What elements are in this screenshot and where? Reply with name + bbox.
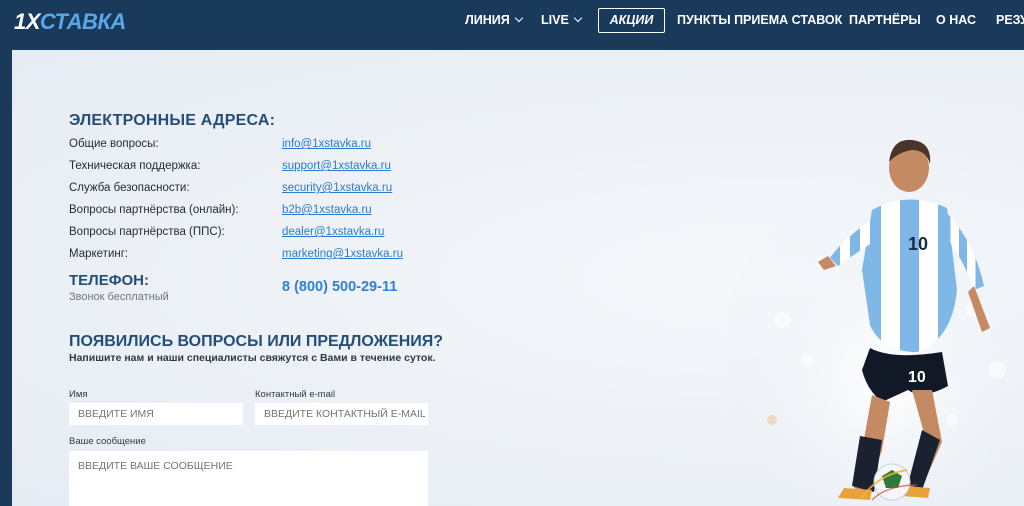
- left-edge-strip: [0, 45, 12, 506]
- phone-subtitle: Звонок бесплатный: [69, 291, 169, 303]
- email-row-label: Вопросы партнёрства (онлайн):: [69, 204, 239, 216]
- emails-section-title: ЭЛЕКТРОННЫЕ АДРЕСА:: [69, 112, 276, 129]
- top-navigation-bar: 1XСТАВКА ЛИНИЯ LIVE АКЦИИ ПУНКТЫ ПРИЕМА …: [0, 0, 1024, 42]
- nav-item-label: ЛИНИЯ: [465, 13, 510, 27]
- email-link-b2b[interactable]: b2b@1xstavka.ru: [282, 204, 372, 216]
- nav-item-label: LIVE: [541, 13, 569, 27]
- nav-item-results[interactable]: РЕЗУ: [996, 13, 1024, 27]
- brand-logo[interactable]: 1XСТАВКА: [14, 9, 126, 35]
- nav-item-about[interactable]: О НАС: [936, 13, 976, 27]
- shorts-number-text: 10: [908, 369, 926, 386]
- chevron-down-icon: [514, 13, 524, 23]
- email-link-dealer[interactable]: dealer@1xstavka.ru: [282, 226, 384, 238]
- chevron-down-icon: [573, 13, 583, 23]
- contacts-panel: ЭЛЕКТРОННЫЕ АДРЕСА: Общие вопросы: info@…: [12, 50, 1024, 506]
- phone-number[interactable]: 8 (800) 500-29-11: [282, 279, 397, 295]
- email-row-label: Общие вопросы:: [69, 138, 159, 150]
- name-input[interactable]: [69, 403, 243, 425]
- message-field-label: Ваше сообщение: [69, 436, 146, 447]
- message-textarea[interactable]: [69, 451, 428, 506]
- email-row-label: Техническая поддержка:: [69, 160, 201, 172]
- feedback-title: ПОЯВИЛИСЬ ВОПРОСЫ ИЛИ ПРЕДЛОЖЕНИЯ?: [69, 333, 444, 350]
- email-link-security[interactable]: security@1xstavka.ru: [282, 182, 392, 194]
- nav-item-partners[interactable]: ПАРТНЁРЫ: [849, 13, 921, 27]
- phone-section-title: ТЕЛЕФОН:: [69, 272, 149, 289]
- jersey-number-text: 10: [908, 234, 928, 254]
- email-row-label: Вопросы партнёрства (ППС):: [69, 226, 225, 238]
- nav-item-live[interactable]: LIVE: [541, 13, 583, 27]
- email-row-label: Маркетинг:: [69, 248, 129, 260]
- feedback-subtitle: Напишите нам и наши специалисты свяжутся…: [69, 352, 436, 364]
- footballer-illustration: 10 10: [722, 139, 1024, 506]
- nav-item-liniya[interactable]: ЛИНИЯ: [465, 13, 524, 27]
- email-link-support[interactable]: support@1xstavka.ru: [282, 160, 391, 172]
- nav-item-akcii[interactable]: АКЦИИ: [598, 8, 665, 33]
- email-field-label: Контактный e-mail: [255, 389, 336, 400]
- email-input[interactable]: [255, 403, 428, 425]
- email-link-general[interactable]: info@1xstavka.ru: [282, 138, 371, 150]
- name-field-label: Имя: [69, 389, 88, 400]
- nav-item-betting-points[interactable]: ПУНКТЫ ПРИЕМА СТАВОК: [677, 13, 842, 27]
- email-link-marketing[interactable]: marketing@1xstavka.ru: [282, 248, 403, 260]
- email-row-label: Служба безопасности:: [69, 182, 190, 194]
